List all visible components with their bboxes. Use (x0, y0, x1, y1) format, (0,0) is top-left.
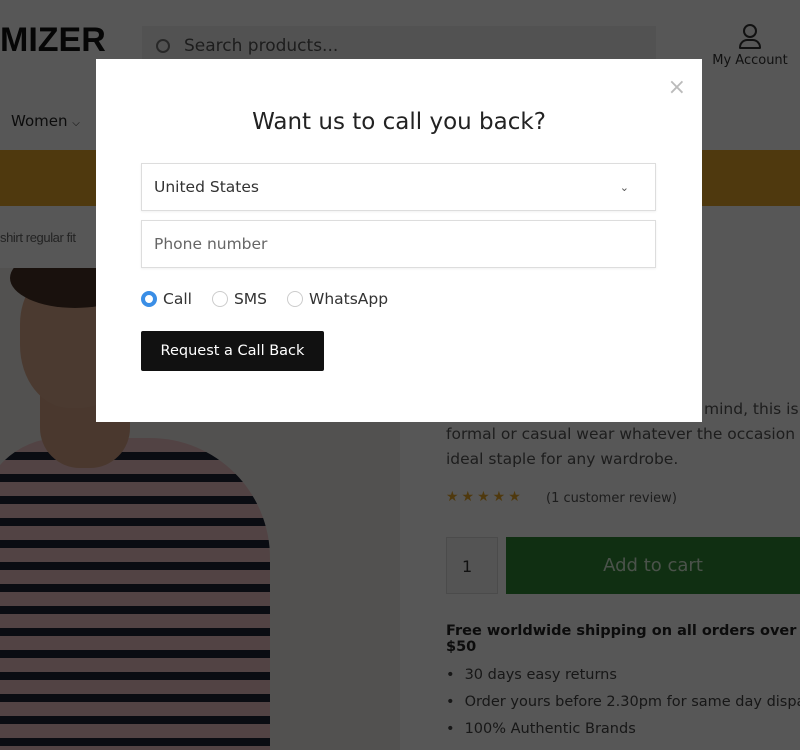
modal-title: Want us to call you back? (252, 109, 546, 135)
my-account-link[interactable]: My Account (700, 24, 800, 68)
radio-checked[interactable] (141, 291, 157, 307)
close-icon[interactable]: × (668, 77, 686, 99)
radio-call[interactable]: Call (141, 290, 192, 308)
rating-stars: ★★★★★ (446, 489, 524, 505)
phone-field[interactable] (141, 220, 656, 268)
phone-input[interactable] (154, 235, 643, 253)
chevron-down-icon: ⌵ (72, 118, 80, 129)
list-item: 100% Authentic Brands (446, 716, 800, 743)
callback-modal: × Want us to call you back? United State… (96, 59, 702, 422)
user-icon (700, 24, 800, 49)
quantity-input[interactable]: 1 (446, 537, 498, 594)
shipping-note: Free worldwide shipping on all orders ov… (446, 623, 797, 655)
contact-method-group: Call SMS WhatsApp (141, 290, 408, 308)
radio-label: SMS (233, 290, 267, 308)
nav-item-women[interactable]: Women ⌵ (11, 112, 80, 130)
description-line: ideal staple for any wardrobe. (446, 450, 679, 468)
search-placeholder: Search products... (184, 36, 339, 56)
search-icon (156, 39, 170, 53)
chevron-down-icon: ⌄ (619, 180, 629, 194)
review-link[interactable]: (1 customer review) (546, 491, 677, 506)
description-line: formal or casual wear whatever the occas… (446, 425, 800, 443)
radio-sms[interactable]: SMS (211, 290, 267, 308)
list-item: 30 days easy returns (446, 662, 800, 689)
country-value: United States (154, 178, 259, 196)
add-to-cart-button[interactable]: Add to cart (506, 537, 800, 594)
country-select[interactable]: United States ⌄ (141, 163, 656, 211)
radio-unchecked[interactable] (211, 291, 228, 307)
request-call-back-button[interactable]: Request a Call Back (141, 331, 324, 371)
breadcrumb: shirt regular fit (0, 230, 76, 245)
site-logo[interactable]: MIZER (0, 22, 106, 58)
radio-label: Call (163, 290, 192, 308)
radio-unchecked[interactable] (287, 291, 303, 307)
radio-label: WhatsApp (309, 290, 389, 308)
list-item: Order yours before 2.30pm for same day d… (446, 689, 800, 716)
feature-list: 30 days easy returns Order yours before … (446, 662, 800, 743)
nav-label: Women (11, 112, 68, 130)
account-label: My Account (712, 53, 788, 68)
radio-whatsapp[interactable]: WhatsApp (287, 290, 388, 308)
